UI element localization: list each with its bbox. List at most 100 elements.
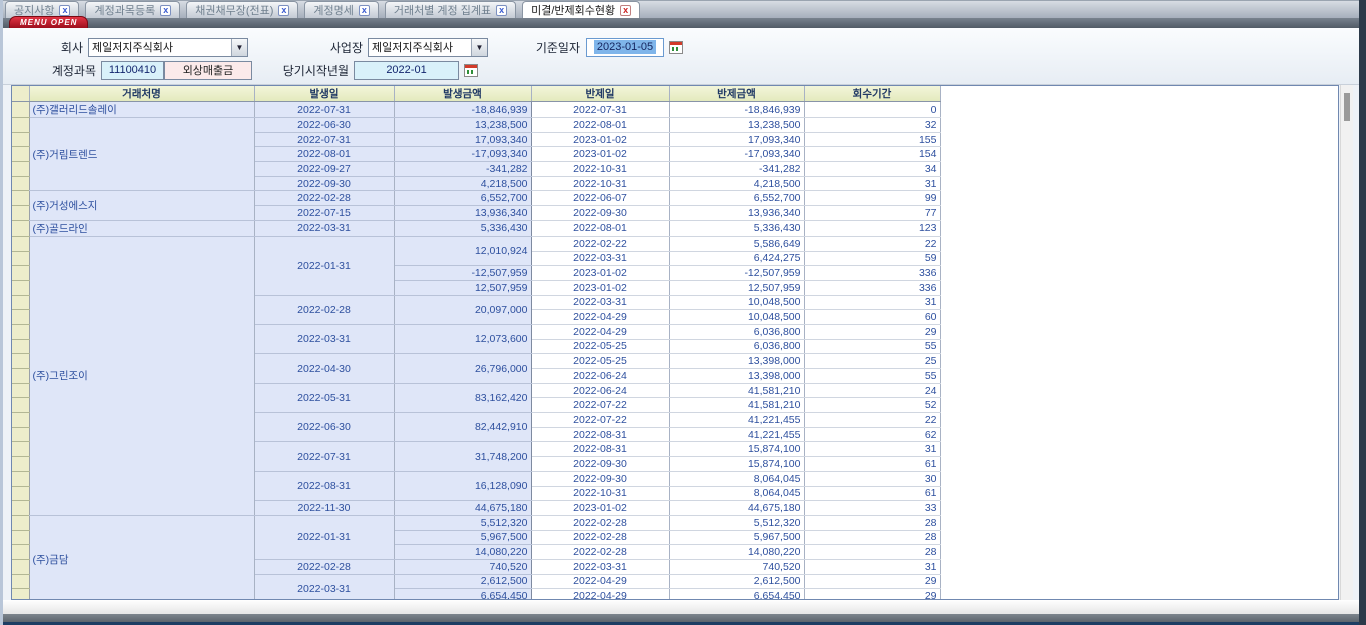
settle-date-cell[interactable]: 2022-02-22 (531, 236, 669, 251)
row-selector-cell[interactable] (12, 102, 29, 118)
occur-amount-cell[interactable]: -18,846,939 (394, 102, 531, 118)
settle-amount-cell[interactable]: 14,080,220 (669, 545, 804, 560)
settle-amount-cell[interactable]: 15,874,100 (669, 442, 804, 457)
tab-close-icon[interactable]: x (496, 5, 507, 16)
occur-date-cell[interactable]: 2022-07-31 (254, 132, 394, 147)
row-selector-cell[interactable] (12, 339, 29, 354)
settle-amount-cell[interactable]: 41,581,210 (669, 383, 804, 398)
settle-date-cell[interactable]: 2022-10-31 (531, 176, 669, 191)
occur-amount-cell[interactable]: 12,010,924 (394, 236, 531, 265)
collect-days-cell[interactable]: 0 (804, 102, 940, 118)
settle-date-cell[interactable]: 2022-07-31 (531, 102, 669, 118)
occur-date-cell[interactable]: 2022-03-31 (254, 574, 394, 600)
settle-amount-cell[interactable]: 8,064,045 (669, 486, 804, 501)
tab-1[interactable]: 계정과목등록x (85, 1, 180, 18)
settle-date-cell[interactable]: 2022-09-30 (531, 206, 669, 221)
occur-amount-cell[interactable]: 6,552,700 (394, 191, 531, 206)
settle-amount-cell[interactable]: 2,612,500 (669, 574, 804, 589)
settle-date-cell[interactable]: 2022-09-30 (531, 471, 669, 486)
column-header[interactable]: 거래처명 (29, 86, 254, 102)
settle-date-cell[interactable]: 2022-08-01 (531, 118, 669, 133)
occur-amount-cell[interactable]: 20,097,000 (394, 295, 531, 324)
tab-close-icon[interactable]: x (59, 5, 70, 16)
row-selector-cell[interactable] (12, 176, 29, 191)
collect-days-cell[interactable]: 25 (804, 354, 940, 369)
collect-days-cell[interactable]: 77 (804, 206, 940, 221)
occur-date-cell[interactable]: 2022-08-01 (254, 147, 394, 162)
settle-date-cell[interactable]: 2022-08-31 (531, 442, 669, 457)
settle-date-cell[interactable]: 2022-07-22 (531, 413, 669, 428)
settle-date-cell[interactable]: 2022-04-29 (531, 324, 669, 339)
settle-amount-cell[interactable]: 13,238,500 (669, 118, 804, 133)
occur-amount-cell[interactable]: 12,073,600 (394, 324, 531, 353)
occur-amount-cell[interactable]: 5,336,430 (394, 220, 531, 236)
collect-days-cell[interactable]: 55 (804, 339, 940, 354)
settle-amount-cell[interactable]: 10,048,500 (669, 295, 804, 310)
collect-days-cell[interactable]: 29 (804, 574, 940, 589)
row-selector-cell[interactable] (12, 266, 29, 281)
column-header[interactable]: 반제일 (531, 86, 669, 102)
row-selector-cell[interactable] (12, 530, 29, 545)
row-selector-cell[interactable] (12, 147, 29, 162)
settle-amount-cell[interactable]: 13,398,000 (669, 354, 804, 369)
occur-amount-cell[interactable]: -12,507,959 (394, 266, 531, 281)
column-header[interactable]: 회수기간 (804, 86, 940, 102)
collect-days-cell[interactable]: 154 (804, 147, 940, 162)
collect-days-cell[interactable]: 24 (804, 383, 940, 398)
row-selector-cell[interactable] (12, 280, 29, 295)
row-selector-cell[interactable] (12, 515, 29, 530)
settle-amount-cell[interactable]: 41,221,455 (669, 427, 804, 442)
row-selector-cell[interactable] (12, 471, 29, 486)
occur-amount-cell[interactable]: 83,162,420 (394, 383, 531, 412)
settle-date-cell[interactable]: 2023-01-02 (531, 280, 669, 295)
settle-amount-cell[interactable]: 41,221,455 (669, 413, 804, 428)
settle-date-cell[interactable]: 2022-02-28 (531, 515, 669, 530)
occur-date-cell[interactable]: 2022-09-30 (254, 176, 394, 191)
collect-days-cell[interactable]: 22 (804, 236, 940, 251)
settle-amount-cell[interactable]: 8,064,045 (669, 471, 804, 486)
row-selector-cell[interactable] (12, 162, 29, 177)
row-selector-header[interactable] (12, 86, 29, 102)
settle-amount-cell[interactable]: 13,936,340 (669, 206, 804, 221)
occur-amount-cell[interactable]: 13,238,500 (394, 118, 531, 133)
tab-close-icon[interactable]: x (359, 5, 370, 16)
settle-date-cell[interactable]: 2022-08-01 (531, 220, 669, 236)
row-selector-cell[interactable] (12, 310, 29, 325)
collect-days-cell[interactable]: 29 (804, 589, 940, 600)
settle-date-cell[interactable]: 2022-05-25 (531, 339, 669, 354)
period-input[interactable]: 2022-01 (354, 61, 459, 80)
row-selector-cell[interactable] (12, 354, 29, 369)
collect-days-cell[interactable]: 30 (804, 471, 940, 486)
collect-days-cell[interactable]: 61 (804, 486, 940, 501)
account-code-input[interactable]: 11100410 (101, 61, 164, 80)
occur-amount-cell[interactable]: 5,512,320 (394, 515, 531, 530)
occur-amount-cell[interactable]: 13,936,340 (394, 206, 531, 221)
occur-amount-cell[interactable]: -341,282 (394, 162, 531, 177)
settle-amount-cell[interactable]: 12,507,959 (669, 280, 804, 295)
occur-amount-cell[interactable]: 740,520 (394, 559, 531, 574)
collect-days-cell[interactable]: 62 (804, 427, 940, 442)
settle-amount-cell[interactable]: 4,218,500 (669, 176, 804, 191)
row-selector-cell[interactable] (12, 442, 29, 457)
settle-date-cell[interactable]: 2023-01-02 (531, 132, 669, 147)
collect-days-cell[interactable]: 31 (804, 442, 940, 457)
settle-amount-cell[interactable]: -12,507,959 (669, 266, 804, 281)
settle-date-cell[interactable]: 2022-06-07 (531, 191, 669, 206)
vendor-cell[interactable]: (주)골드라인 (29, 220, 254, 236)
vendor-cell[interactable]: (주)금담 (29, 515, 254, 600)
collect-days-cell[interactable]: 59 (804, 251, 940, 266)
settle-amount-cell[interactable]: 5,586,649 (669, 236, 804, 251)
collect-days-cell[interactable]: 31 (804, 559, 940, 574)
site-select[interactable]: 제일저지주식회사 ▼ (368, 38, 488, 57)
collect-days-cell[interactable]: 336 (804, 266, 940, 281)
row-selector-cell[interactable] (12, 486, 29, 501)
collect-days-cell[interactable]: 336 (804, 280, 940, 295)
vendor-cell[interactable]: (주)갤러리드솔레이 (29, 102, 254, 118)
settle-date-cell[interactable]: 2022-06-24 (531, 383, 669, 398)
occur-date-cell[interactable]: 2022-05-31 (254, 383, 394, 412)
company-select[interactable]: 제일저지주식회사 ▼ (88, 38, 248, 57)
chevron-down-icon[interactable]: ▼ (231, 39, 247, 56)
occur-amount-cell[interactable]: 5,967,500 (394, 530, 531, 545)
settle-amount-cell[interactable]: -17,093,340 (669, 147, 804, 162)
occur-amount-cell[interactable]: 4,218,500 (394, 176, 531, 191)
